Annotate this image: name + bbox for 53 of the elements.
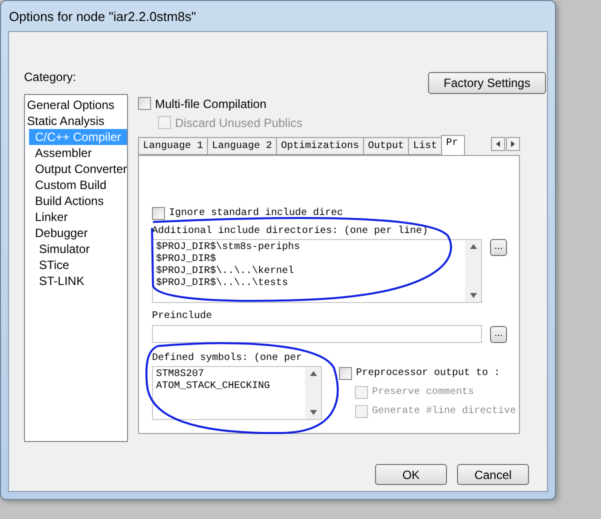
directory-line: $PROJ_DIR$\..\..\kernel: [156, 266, 296, 278]
option-label: Preprocessor output to :: [356, 368, 500, 379]
tab[interactable]: List: [408, 137, 442, 155]
dialog-button[interactable]: Cancel: [457, 464, 529, 485]
directory-line: $PROJ_DIR$\stm8s-periphs: [156, 242, 302, 254]
category-item[interactable]: Build Actions: [29, 193, 127, 209]
field-label: Preinclude: [152, 311, 214, 324]
factory-settings-button[interactable]: Factory Settings: [428, 72, 546, 94]
symbol-line: STM8S207: [156, 369, 206, 381]
checkbox[interactable]: [339, 367, 352, 380]
field-label: Defined symbols: (one per: [152, 353, 304, 366]
tab-scroll-left-button[interactable]: [491, 137, 505, 151]
symbol-line: ATOM_STACK_CHECKING: [156, 381, 272, 393]
option-label: Discard Unused Publics: [175, 116, 302, 130]
scroll-up-icon[interactable]: [310, 371, 316, 376]
directory-line: $PROJ_DIR$\..\..\tests: [156, 278, 290, 290]
category-item[interactable]: Output Converter: [29, 161, 127, 177]
category-item[interactable]: Simulator: [29, 241, 127, 257]
window-title: Options for node "iar2.2.0stm8s": [8, 8, 197, 26]
right-arrow-icon: [511, 141, 515, 147]
tab-scroll-right-button[interactable]: [506, 137, 520, 151]
scroll-up-icon[interactable]: [470, 244, 476, 249]
scroll-down-icon[interactable]: [470, 293, 476, 298]
field-label: Additional include directories: (one per line): [152, 226, 430, 239]
left-arrow-icon: [496, 141, 500, 147]
option-label: Ignore standard include direc: [169, 208, 344, 219]
checkbox[interactable]: [138, 97, 151, 110]
category-item[interactable]: Linker: [29, 209, 127, 225]
tab[interactable]: Output: [363, 137, 410, 155]
category-label: Category:: [24, 70, 78, 86]
tab[interactable]: Optimizations: [276, 137, 364, 155]
directory-line: $PROJ_DIR$: [156, 254, 218, 266]
include-directories-field[interactable]: $PROJ_DIR$\stm8s-periphs $PROJ_DIR$ $PROJ_DIR$\..\..\kernel $PROJ_DIR$\..\..\tests: [152, 239, 482, 303]
category-item[interactable]: Debugger: [29, 225, 127, 241]
option-label: Generate #line directive: [372, 406, 516, 417]
category-item[interactable]: STice: [29, 257, 127, 273]
tab[interactable]: Language 1: [138, 137, 208, 155]
preinclude-field[interactable]: [152, 325, 482, 343]
tab[interactable]: Pr: [441, 135, 466, 155]
browse-button[interactable]: ...: [490, 239, 507, 256]
tab[interactable]: Language 2: [207, 137, 278, 155]
category-item[interactable]: Static Analysis: [25, 113, 127, 129]
category-item[interactable]: Assembler: [29, 145, 127, 161]
dialog-button[interactable]: OK: [375, 464, 447, 485]
option-label: Multi-file Compilation: [155, 96, 266, 110]
checkbox[interactable]: [152, 207, 165, 220]
category-item[interactable]: General Options: [25, 97, 127, 113]
scroll-down-icon[interactable]: [310, 410, 316, 415]
option-label: Preserve comments: [372, 387, 474, 398]
browse-button[interactable]: ...: [490, 326, 507, 343]
category-item[interactable]: ST-LINK: [29, 273, 127, 289]
defined-symbols-field[interactable]: STM8S207 ATOM_STACK_CHECKING: [152, 366, 322, 420]
category-item[interactable]: Custom Build: [29, 177, 127, 193]
